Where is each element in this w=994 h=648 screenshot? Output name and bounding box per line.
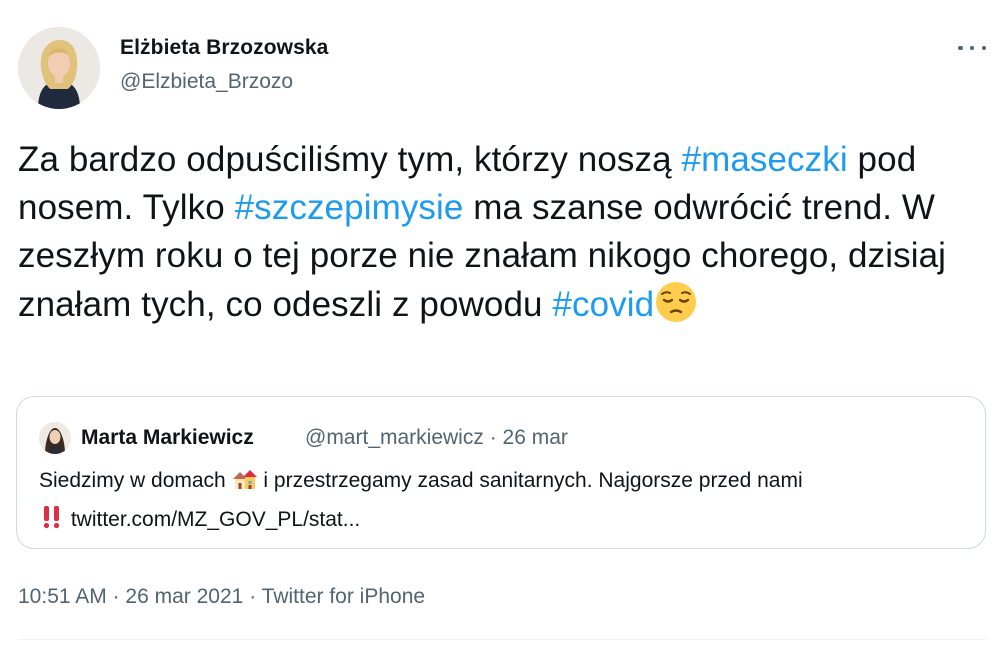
tweet-timestamp[interactable]: 10:51 AM xyxy=(18,585,107,608)
divider xyxy=(18,639,986,640)
pensive-face-icon xyxy=(654,280,698,337)
tweet-detail: Elżbieta Brzozowska @Elzbieta_Brzozo Za … xyxy=(0,0,994,648)
tweet-source[interactable]: Twitter for iPhone xyxy=(262,585,425,608)
quoted-tweet-text: Siedzimy w domach i przestrzegamy zasad … xyxy=(39,463,974,541)
author-avatar-image xyxy=(18,27,100,109)
tweet-date[interactable]: 26 mar 2021 xyxy=(125,585,243,608)
more-dot-icon xyxy=(958,45,963,51)
author-avatar[interactable] xyxy=(18,27,100,109)
houses-icon xyxy=(232,467,258,502)
quoted-tweet-link[interactable]: twitter.com/MZ_GOV_PL/stat... xyxy=(71,508,360,531)
quoted-author-avatar-image xyxy=(39,422,71,454)
tweet-text-part: Za bardzo odpuściliśmy tym, którzy noszą xyxy=(18,140,682,179)
hashtag-link[interactable]: #maseczki xyxy=(682,140,848,179)
double-exclamation-icon xyxy=(39,504,65,541)
hashtag-link[interactable]: #szczepimysie xyxy=(235,188,464,227)
meta-separator: · xyxy=(489,426,497,449)
more-dot-icon xyxy=(969,45,975,51)
more-dot-icon xyxy=(981,45,986,51)
footer-separator: · xyxy=(249,585,257,608)
quoted-text-part: Siedzimy w domach xyxy=(39,469,232,492)
tweet-footer: 10:51 AM · 26 mar 2021 · Twitter for iPh… xyxy=(18,585,425,609)
more-options-button[interactable] xyxy=(952,36,992,60)
quoted-tweet-card[interactable]: Marta Markiewicz @mart_markiewicz · 26 m… xyxy=(16,396,986,549)
quoted-author-name[interactable]: Marta Markiewicz xyxy=(81,426,254,450)
author-handle[interactable]: @Elzbieta_Brzozo xyxy=(120,70,293,94)
hashtag-link[interactable]: #covid xyxy=(552,285,654,324)
quoted-author-avatar[interactable] xyxy=(39,422,71,454)
quoted-tweet-meta: @mart_markiewicz · 26 mar xyxy=(305,426,568,450)
author-name[interactable]: Elżbieta Brzozowska xyxy=(120,36,328,60)
tweet-text: Za bardzo odpuściliśmy tym, którzy noszą… xyxy=(18,136,973,337)
quoted-author-handle[interactable]: @mart_markiewicz xyxy=(305,426,484,449)
footer-separator: · xyxy=(112,585,120,608)
quoted-tweet-date[interactable]: 26 mar xyxy=(503,426,568,449)
quoted-text-part: i przestrzegamy zasad sanitarnych. Najgo… xyxy=(257,469,803,492)
